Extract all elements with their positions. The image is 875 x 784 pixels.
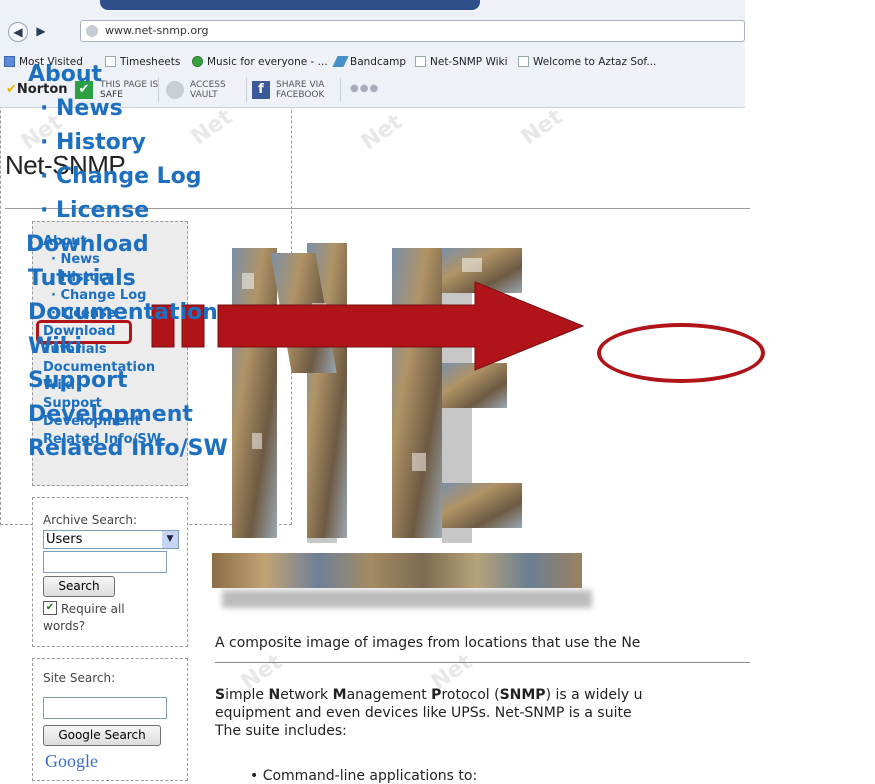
callout-nav-documentation[interactable]: Documentation xyxy=(28,300,218,325)
callout-nav-about[interactable]: About xyxy=(28,62,102,87)
share-bottom: FACEBOOK xyxy=(276,90,325,100)
window-titlebar xyxy=(100,0,480,10)
bookmark-label: Welcome to Aztaz Sof... xyxy=(533,56,657,68)
watermark-logo: Net xyxy=(356,109,408,156)
callout-nav-tutorials[interactable]: Tutorials xyxy=(28,266,136,291)
acronym-letter: N xyxy=(268,687,281,703)
bookmarks-toolbar: Most Visited Timesheets Music for everyo… xyxy=(0,50,745,74)
archive-search-label: Archive Search: xyxy=(43,513,137,527)
callout-nav-change-log[interactable]: · Change Log xyxy=(40,164,202,189)
globe-icon xyxy=(86,25,98,37)
image-strip-shadow xyxy=(222,590,592,608)
bookmark-bandcamp[interactable]: Bandcamp xyxy=(332,56,407,68)
bookmark-label: Music for everyone - ... xyxy=(207,56,328,68)
para-line-2: equipment and even devices like UPSs. Ne… xyxy=(215,705,632,721)
require-all-checkbox[interactable]: ✔ xyxy=(43,601,57,615)
bullet-item: • Command-line applications to: xyxy=(250,768,478,784)
back-arrow-icon[interactable]: ◀ xyxy=(8,22,28,42)
vault-top: ACCESS xyxy=(190,80,226,90)
bookmark-net-snmp-wiki[interactable]: Net-SNMP Wiki xyxy=(415,56,508,68)
callout-nav-development[interactable]: Development xyxy=(28,402,193,427)
bookmark-label: Bandcamp xyxy=(350,56,407,68)
archive-search-box: Archive Search: Users ▼ Search ✔ Require… xyxy=(32,497,188,647)
para-line-1: Simple Network Management Protocol (SNMP… xyxy=(215,686,755,704)
acronym-letter: P xyxy=(431,687,442,703)
divider xyxy=(158,78,159,102)
para-text: imple xyxy=(225,687,269,703)
require-all-label: Require all xyxy=(61,602,125,616)
watermark-logo: Net xyxy=(516,104,568,151)
share-facebook-button[interactable]: SHARE VIA FACEBOOK xyxy=(276,80,324,100)
require-all-label-cont: words? xyxy=(43,619,86,633)
image-caption: A composite image of images from locatio… xyxy=(215,635,641,651)
download-highlight-ellipse xyxy=(597,323,765,383)
callout-nav-wiki[interactable]: Wiki xyxy=(28,334,82,359)
page-icon xyxy=(105,56,116,67)
archive-search-input[interactable] xyxy=(43,551,167,573)
google-logo: Google xyxy=(45,751,98,771)
facebook-icon: f xyxy=(252,81,270,99)
bookmark-label: Timesheets xyxy=(120,56,181,68)
para-text: anagement xyxy=(346,687,432,703)
para-line-3: The suite includes: xyxy=(215,723,347,739)
para-text: rotocol ( xyxy=(441,687,500,703)
share-top: SHARE VIA xyxy=(276,80,325,90)
callout-nav-related-info[interactable]: Related Info/SW xyxy=(28,436,228,461)
callout-nav-support[interactable]: Support xyxy=(28,368,127,393)
search-button[interactable]: Search xyxy=(43,576,115,597)
site-search-box: Site Search: Google Search Google xyxy=(32,658,188,781)
chevron-down-icon[interactable]: ▼ xyxy=(162,531,178,548)
bookmark-timesheets[interactable]: Timesheets xyxy=(105,56,180,68)
bookmark-label: Net-SNMP Wiki xyxy=(430,56,508,68)
archive-list-select[interactable]: Users ▼ xyxy=(43,530,179,549)
intro-paragraph: Simple Network Management Protocol (SNMP… xyxy=(215,686,755,740)
callout-nav-history[interactable]: · History xyxy=(40,130,146,155)
bookmark-aztaz[interactable]: Welcome to Aztaz Sof... xyxy=(518,56,656,68)
vault-icon xyxy=(166,81,184,99)
bandcamp-icon xyxy=(332,56,349,67)
music-icon xyxy=(192,56,203,67)
bookmark-music[interactable]: Music for everyone - ... xyxy=(192,56,328,68)
page-icon xyxy=(518,56,529,67)
callout-nav-news[interactable]: · News xyxy=(40,96,123,121)
para-text: etwork xyxy=(280,687,333,703)
page-icon xyxy=(415,56,426,67)
caption-divider xyxy=(215,662,750,663)
status-top: THIS PAGE IS xyxy=(100,80,159,90)
select-value: Users xyxy=(46,532,83,547)
site-search-label: Site Search: xyxy=(43,671,116,685)
checkmark-icon: ✔ xyxy=(6,82,17,97)
most-visited-icon xyxy=(4,56,15,67)
divider xyxy=(340,78,341,102)
acronym-letter: M xyxy=(332,687,347,703)
site-search-input[interactable] xyxy=(43,697,167,719)
forward-arrow-icon[interactable]: ▶ xyxy=(32,22,50,40)
divider xyxy=(246,78,247,102)
browser-chrome: ◀ ▶ www.net-snmp.org Most Visited Timesh… xyxy=(0,0,745,108)
vault-bottom: VAULT xyxy=(190,90,218,100)
google-search-button[interactable]: Google Search xyxy=(43,725,161,746)
callout-nav-download[interactable]: Download xyxy=(26,232,149,257)
annotation-arrow xyxy=(151,281,585,371)
address-bar[interactable]: www.net-snmp.org xyxy=(80,20,745,42)
acronym-letter: S xyxy=(215,687,226,703)
arrow-body xyxy=(217,281,585,371)
access-vault-button[interactable]: ACCESS VAULT xyxy=(190,80,226,100)
para-text: ) is a widely u xyxy=(545,687,643,703)
image-strip xyxy=(212,553,582,588)
snmp-term: SNMP xyxy=(499,687,546,703)
callout-nav-license[interactable]: · License xyxy=(40,198,149,223)
url-text: www.net-snmp.org xyxy=(105,24,209,37)
more-options-icon[interactable]: ●●● xyxy=(350,83,379,94)
